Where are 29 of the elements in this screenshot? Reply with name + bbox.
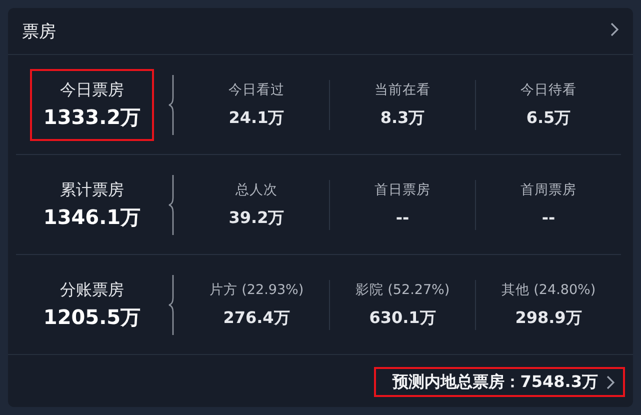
stat-value: 1333.2万 [43,104,141,130]
stat-label: 当前在看 [374,80,430,100]
chevron-right-icon [610,22,619,36]
card-title: 票房 [22,20,56,42]
stat-value: 24.1万 [228,106,284,128]
stat-value: 298.9万 [515,306,582,328]
stat-label: 今日看过 [228,80,284,100]
stat-label: 总人次 [236,180,278,200]
stat-label: 影院 (52.27%) [355,280,450,300]
stat-label: 今日票房 [60,78,124,100]
stat-label: 今日待看 [520,80,576,100]
stat-label: 片方 (22.93%) [209,280,304,300]
stat-value: 1205.5万 [43,304,141,330]
stat-label: 其他 (24.80%) [501,280,596,300]
stat-label: 首日票房 [374,180,430,200]
chevron-right-icon [606,374,615,390]
stat-value: 276.4万 [223,306,290,328]
stat-value: -- [542,206,556,228]
stat-value: 39.2万 [228,206,284,228]
stat-value: 6.5万 [526,106,571,128]
stat-value: 8.3万 [380,106,425,128]
stat-label: 分账票房 [60,278,124,300]
stat-value: 1346.1万 [43,204,141,230]
stat-label: 累计票房 [60,178,124,200]
forecast-text: 预测内地总票房：7548.3万 [392,372,598,392]
stat-label: 首周票房 [520,180,576,200]
highlight-frame[interactable]: 预测内地总票房：7548.3万 [374,367,625,397]
stat-value: 630.1万 [369,306,436,328]
stat-value: -- [396,206,410,228]
